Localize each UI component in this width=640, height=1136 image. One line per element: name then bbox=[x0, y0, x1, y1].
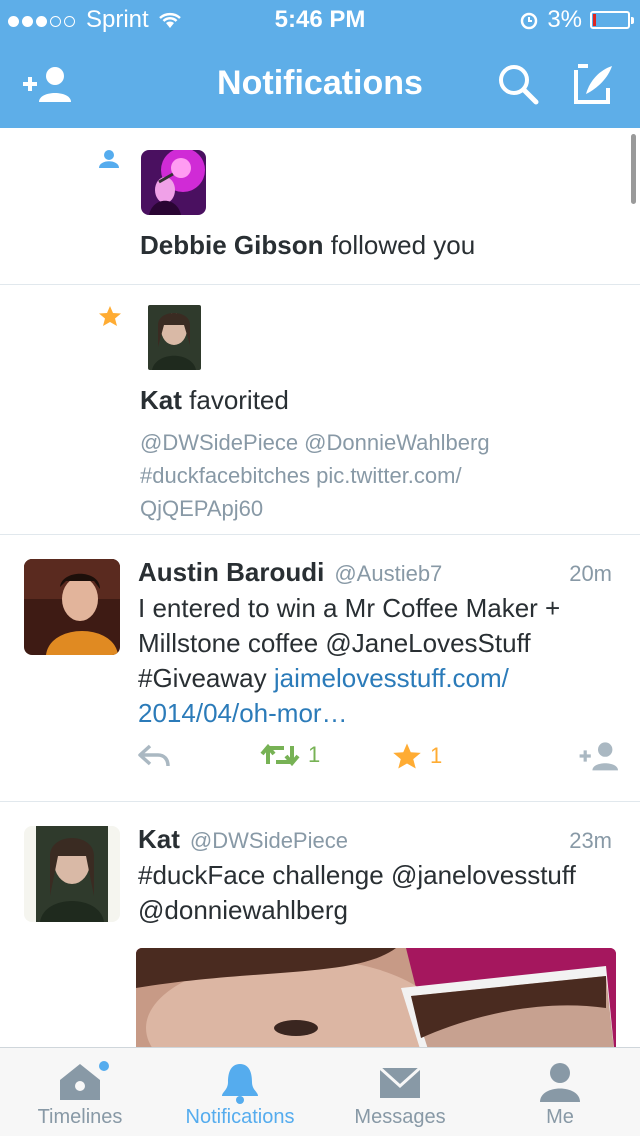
bell-icon bbox=[222, 1064, 258, 1104]
user-name[interactable]: Kat bbox=[140, 385, 182, 415]
tweet-time: 20m bbox=[569, 561, 612, 586]
search-button[interactable] bbox=[488, 58, 548, 110]
search-icon bbox=[499, 65, 539, 105]
tweet-line: I entered to win a Mr Coffee Maker + bbox=[138, 593, 561, 623]
tab-label: Timelines bbox=[37, 1106, 123, 1128]
tweet-link[interactable]: 2014/04/oh-mor… bbox=[138, 696, 618, 731]
star-icon bbox=[393, 743, 421, 769]
tweet-header: Kat @DWSidePiece 23m bbox=[138, 824, 612, 855]
reply-icon bbox=[138, 744, 170, 767]
tab-label: Me bbox=[546, 1106, 574, 1128]
compose-icon bbox=[574, 64, 612, 104]
tweet-link[interactable]: jaimelovesstuff.com/ bbox=[274, 663, 509, 693]
notification-text: Debbie Gibson followed you bbox=[140, 230, 475, 261]
battery-percent: 3% bbox=[547, 6, 582, 33]
favorited-tweet-line: QjQEPApj60 bbox=[140, 496, 264, 521]
tweet-time: 23m bbox=[569, 828, 612, 853]
user-name[interactable]: Austin Baroudi bbox=[138, 557, 324, 588]
scrollbar[interactable] bbox=[631, 134, 636, 204]
notification-text: Kat favorited bbox=[140, 385, 289, 416]
favorited-tweet-line: @DWSidePiece @DonnieWahlberg bbox=[140, 430, 490, 455]
tweet-line: Millstone coffee @JaneLovesStuff bbox=[138, 628, 531, 658]
avatar[interactable] bbox=[24, 559, 120, 655]
favorited-tweet-line: #duckfacebitches pic.twitter.com/ bbox=[140, 463, 462, 488]
profile-icon bbox=[540, 1063, 580, 1102]
user-handle[interactable]: @DWSidePiece bbox=[190, 828, 348, 854]
user-name[interactable]: Debbie Gibson bbox=[140, 230, 323, 260]
envelope-icon bbox=[378, 1066, 422, 1098]
tab-label: Notifications bbox=[185, 1106, 295, 1128]
alarm-icon bbox=[521, 12, 538, 30]
add-user-icon bbox=[579, 742, 618, 771]
status-bar: Sprint 5:46 PM 3% bbox=[0, 0, 640, 40]
header: Sprint 5:46 PM 3% Notifications bbox=[0, 0, 640, 128]
tweet-header: Austin Baroudi @Austieb7 20m bbox=[138, 557, 612, 588]
retweet-count: 1 bbox=[308, 742, 321, 767]
tab-me[interactable]: Me bbox=[480, 1048, 640, 1136]
notification-action: followed you bbox=[323, 230, 476, 260]
tab-messages[interactable]: Messages bbox=[320, 1048, 480, 1136]
favorited-tweet-text[interactable]: @DWSidePiece @DonnieWahlberg #duckfacebi… bbox=[140, 426, 580, 525]
person-icon bbox=[98, 150, 120, 173]
retweet-button[interactable]: 1 bbox=[260, 742, 320, 768]
tab-bar: Timelines Notifications Messages Me bbox=[0, 1047, 640, 1136]
reply-button[interactable] bbox=[138, 744, 172, 768]
user-name[interactable]: Kat bbox=[138, 824, 180, 855]
tab-notifications[interactable]: Notifications bbox=[160, 1048, 320, 1136]
avatar[interactable] bbox=[148, 305, 201, 370]
tweet[interactable]: Kat @DWSidePiece 23m #duckFace challenge… bbox=[0, 802, 640, 1048]
retweet-icon bbox=[260, 743, 300, 767]
battery-icon bbox=[590, 11, 634, 29]
avatar[interactable] bbox=[24, 826, 120, 922]
tab-label: Messages bbox=[354, 1106, 446, 1128]
favorite-count: 1 bbox=[430, 743, 443, 768]
tab-timelines[interactable]: Timelines bbox=[0, 1048, 160, 1136]
favorite-button[interactable]: 1 bbox=[392, 742, 442, 770]
tweet-text: I entered to win a Mr Coffee Maker + Mil… bbox=[138, 591, 618, 731]
tweet-media-image[interactable] bbox=[136, 948, 616, 1048]
avatar[interactable] bbox=[141, 150, 206, 215]
user-handle[interactable]: @Austieb7 bbox=[334, 561, 442, 587]
home-icon bbox=[60, 1061, 109, 1100]
follow-button[interactable] bbox=[576, 740, 620, 772]
tweet-text: #duckFace challenge @janelovesstuff @don… bbox=[138, 858, 618, 928]
notification-action: favorited bbox=[181, 385, 289, 415]
tweet-line: #duckFace challenge @janelovesstuff bbox=[138, 860, 576, 890]
tweet-line: #Giveaway bbox=[138, 663, 274, 693]
tweet-actions: 1 1 bbox=[138, 740, 620, 776]
tweet[interactable]: Austin Baroudi @Austieb7 20m I entered t… bbox=[0, 535, 640, 802]
notifications-feed[interactable]: Debbie Gibson followed you Kat favorited… bbox=[0, 128, 640, 1048]
compose-button[interactable] bbox=[564, 58, 624, 110]
favorite-notification[interactable]: Kat favorited @DWSidePiece @DonnieWahlbe… bbox=[0, 285, 640, 535]
star-icon bbox=[98, 305, 122, 332]
tweet-line: @donniewahlberg bbox=[138, 895, 348, 925]
follow-notification[interactable]: Debbie Gibson followed you bbox=[0, 128, 640, 285]
